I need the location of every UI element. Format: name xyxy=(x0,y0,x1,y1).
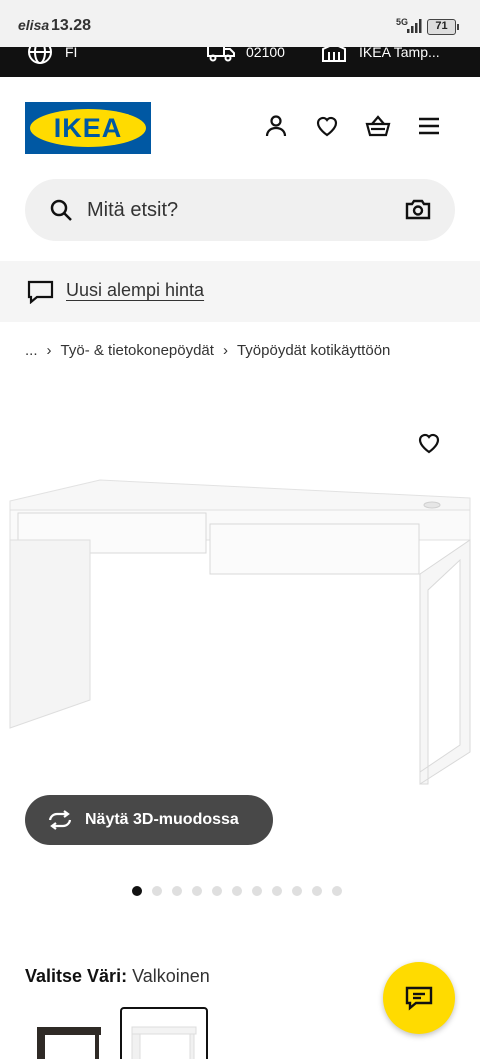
view-3d-button[interactable]: Näytä 3D-muodossa xyxy=(25,795,273,845)
status-time: 13.28 xyxy=(51,17,92,34)
promo-link[interactable]: Uusi alempi hinta xyxy=(66,280,204,301)
chat-icon xyxy=(405,986,433,1011)
rotate-icon xyxy=(48,810,72,830)
language-label: FI xyxy=(65,47,78,60)
carousel-dot[interactable] xyxy=(212,886,222,896)
color-label: Valitse Väri: xyxy=(25,966,128,986)
chat-button[interactable] xyxy=(383,962,455,1034)
color-swatch-white[interactable] xyxy=(120,1007,208,1059)
breadcrumb-item-work-desks[interactable]: Työ- & tietokonepöydät xyxy=(61,342,214,359)
carousel-dot[interactable] xyxy=(172,886,182,896)
breadcrumb: ... › Työ- & tietokonepöydät › Työpöydät… xyxy=(25,340,465,360)
carousel-dot[interactable] xyxy=(332,886,342,896)
search-input[interactable] xyxy=(87,197,387,223)
user-icon[interactable] xyxy=(263,113,289,139)
search-bar[interactable] xyxy=(25,179,455,241)
color-value: Valkoinen xyxy=(132,966,210,986)
chevron-right-icon: › xyxy=(222,341,228,359)
ikea-logo[interactable]: IKEA xyxy=(25,102,151,154)
heart-icon[interactable] xyxy=(314,113,340,139)
menu-icon[interactable] xyxy=(416,113,442,139)
add-to-favorites-button[interactable] xyxy=(414,428,444,458)
logo-text: IKEA xyxy=(53,113,123,143)
carousel-dot[interactable] xyxy=(272,886,282,896)
search-icon xyxy=(50,199,72,221)
carousel-dot[interactable] xyxy=(252,886,262,896)
color-selector-heading: Valitse Väri: Valkoinen xyxy=(25,966,210,987)
chevron-right-icon: › xyxy=(46,341,52,359)
color-swatch-black-brown[interactable] xyxy=(25,1007,113,1059)
carousel-dot[interactable] xyxy=(232,886,242,896)
store-icon xyxy=(322,47,346,62)
site-header: IKEA xyxy=(0,77,480,177)
signal-icon xyxy=(407,19,422,33)
language-selector[interactable]: FI xyxy=(27,47,77,67)
image-carousel-dots xyxy=(132,886,342,896)
battery-icon: 71 xyxy=(427,19,459,35)
camera-icon[interactable] xyxy=(405,198,431,220)
product-image[interactable] xyxy=(0,380,480,800)
carousel-dot[interactable] xyxy=(132,886,142,896)
carousel-dot[interactable] xyxy=(312,886,322,896)
carousel-dot[interactable] xyxy=(292,886,302,896)
heart-icon xyxy=(418,433,440,454)
utility-bar: FI 02100 IKEA Tamp... xyxy=(0,47,480,77)
basket-icon[interactable] xyxy=(365,113,391,139)
chat-bubble-icon xyxy=(27,280,54,304)
status-bar: elisa 13.28 5G 71 xyxy=(0,0,480,47)
promo-banner: Uusi alempi hinta xyxy=(0,261,480,322)
globe-icon xyxy=(28,47,52,64)
breadcrumb-item-home-desks[interactable]: Työpöydät kotikäyttöön xyxy=(237,342,390,359)
view-3d-label: Näytä 3D-muodossa xyxy=(85,811,239,828)
store-label: IKEA Tamp... xyxy=(359,47,440,60)
store-selector[interactable]: IKEA Tamp... xyxy=(321,47,440,67)
breadcrumb-ellipsis[interactable]: ... xyxy=(25,342,38,359)
truck-icon xyxy=(207,47,235,62)
carousel-dot[interactable] xyxy=(192,886,202,896)
carousel-dot[interactable] xyxy=(152,886,162,896)
carrier-name: elisa xyxy=(18,17,50,33)
postal-code-label: 02100 xyxy=(246,47,285,60)
postal-code-selector[interactable]: 02100 xyxy=(206,47,285,67)
